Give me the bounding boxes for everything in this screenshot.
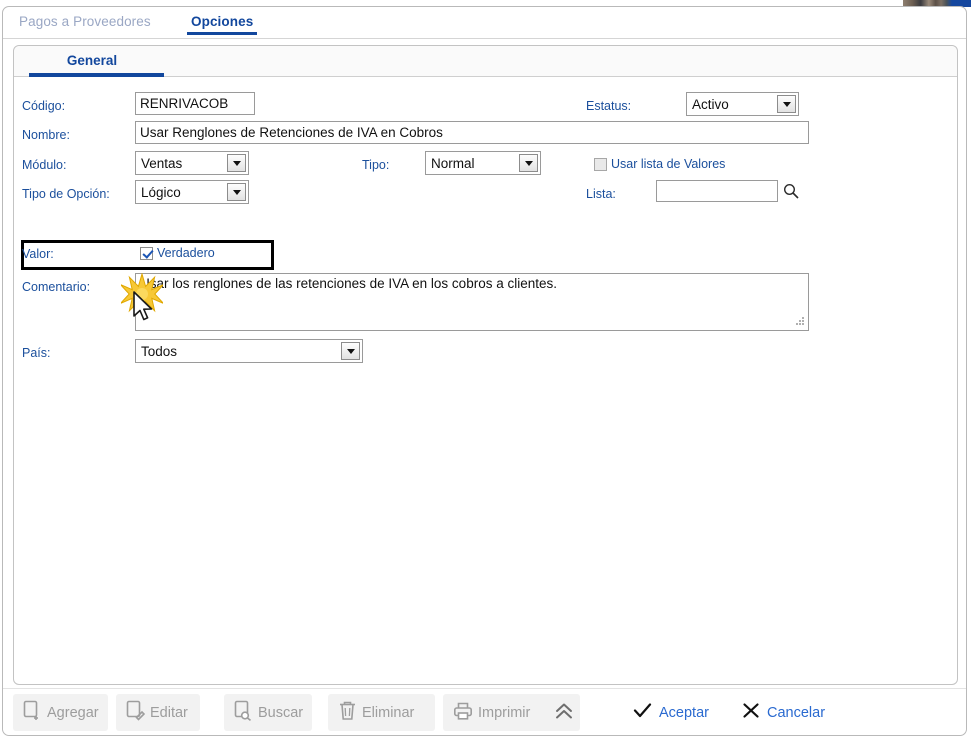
top-tab-bar: Pagos a Proveedores Opciones bbox=[3, 7, 966, 39]
editar-label: Editar bbox=[150, 705, 188, 721]
tab-opciones[interactable]: Opciones bbox=[183, 10, 261, 35]
estatus-select[interactable]: Activo bbox=[686, 92, 799, 116]
chevron-double-up-icon bbox=[553, 700, 575, 726]
tab-pagos-a-proveedores[interactable]: Pagos a Proveedores bbox=[11, 10, 159, 35]
modulo-label: Módulo: bbox=[22, 158, 66, 172]
imprimir-label: Imprimir bbox=[478, 705, 530, 721]
modulo-select[interactable]: Ventas bbox=[135, 151, 249, 175]
buscar-label: Buscar bbox=[258, 705, 303, 721]
chevron-down-icon[interactable] bbox=[227, 154, 246, 172]
bottom-toolbar: Agregar Editar Buscar bbox=[3, 688, 966, 735]
tipo-value: Normal bbox=[426, 156, 519, 171]
options-window: Pagos a Proveedores Opciones General Cód… bbox=[2, 6, 967, 736]
document-add-icon bbox=[23, 700, 42, 725]
document-edit-icon bbox=[126, 700, 145, 725]
chevron-down-icon[interactable] bbox=[227, 183, 246, 201]
estatus-label: Estatus: bbox=[586, 99, 631, 113]
sub-tab-bar: General bbox=[14, 46, 957, 77]
close-x-icon bbox=[742, 702, 760, 723]
tipo-select[interactable]: Normal bbox=[425, 151, 541, 175]
checkbox-box bbox=[140, 247, 153, 260]
tipo-de-opcion-select[interactable]: Lógico bbox=[135, 180, 249, 204]
tipo-label: Tipo: bbox=[362, 158, 389, 172]
collapse-toolbar-button[interactable] bbox=[547, 694, 580, 731]
general-panel: General Código: Estatus: Activo Nombre: … bbox=[13, 45, 958, 685]
check-icon bbox=[633, 702, 652, 723]
eliminar-button[interactable]: Eliminar bbox=[328, 694, 435, 731]
nombre-label: Nombre: bbox=[22, 128, 70, 142]
cancelar-button[interactable]: Cancelar bbox=[734, 694, 833, 731]
valor-verdadero-checkbox[interactable]: Verdadero bbox=[140, 246, 215, 260]
chevron-down-icon[interactable] bbox=[777, 95, 796, 113]
nombre-input[interactable] bbox=[135, 121, 809, 144]
agregar-button[interactable]: Agregar bbox=[13, 694, 108, 731]
pais-value: Todos bbox=[136, 344, 341, 359]
lista-input[interactable] bbox=[656, 180, 778, 202]
trash-icon bbox=[338, 700, 357, 725]
aceptar-label: Aceptar bbox=[659, 705, 709, 721]
search-icon[interactable] bbox=[783, 183, 799, 199]
estatus-value: Activo bbox=[687, 97, 777, 112]
checkbox-box bbox=[594, 158, 607, 171]
codigo-label: Código: bbox=[22, 99, 65, 113]
tipo-de-opcion-label: Tipo de Opción: bbox=[22, 187, 110, 201]
comentario-textarea[interactable] bbox=[135, 273, 809, 331]
document-search-icon bbox=[234, 700, 253, 725]
imprimir-button[interactable]: Imprimir bbox=[443, 694, 547, 731]
tab-general[interactable]: General bbox=[18, 48, 166, 77]
chevron-down-icon[interactable] bbox=[519, 154, 538, 172]
modulo-value: Ventas bbox=[136, 156, 227, 171]
usar-lista-de-valores-label: Usar lista de Valores bbox=[611, 157, 725, 171]
chevron-down-icon[interactable] bbox=[341, 342, 360, 360]
eliminar-label: Eliminar bbox=[362, 705, 414, 721]
tipo-de-opcion-value: Lógico bbox=[136, 185, 227, 200]
agregar-label: Agregar bbox=[47, 705, 99, 721]
comentario-label: Comentario: bbox=[22, 280, 90, 294]
valor-verdadero-label: Verdadero bbox=[157, 246, 215, 260]
cancelar-label: Cancelar bbox=[767, 705, 825, 721]
aceptar-button[interactable]: Aceptar bbox=[625, 694, 717, 731]
printer-icon bbox=[453, 701, 473, 725]
lista-label: Lista: bbox=[586, 187, 616, 201]
editar-button[interactable]: Editar bbox=[116, 694, 200, 731]
codigo-input[interactable] bbox=[135, 92, 255, 115]
pais-select[interactable]: Todos bbox=[135, 339, 363, 363]
buscar-button[interactable]: Buscar bbox=[224, 694, 312, 731]
valor-label: Valor: bbox=[22, 247, 54, 261]
pais-label: País: bbox=[22, 346, 51, 360]
options-form: Código: Estatus: Activo Nombre: Módulo: … bbox=[14, 77, 957, 684]
usar-lista-de-valores-checkbox[interactable]: Usar lista de Valores bbox=[594, 157, 725, 171]
